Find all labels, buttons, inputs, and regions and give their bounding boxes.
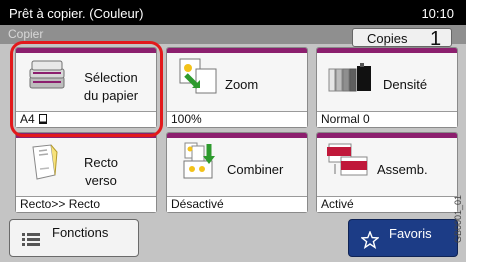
tile-label: Recto xyxy=(84,155,118,170)
status-message: Prêt à copier. (Couleur) xyxy=(9,6,144,21)
list-icon xyxy=(22,233,40,246)
highlight-ring xyxy=(10,41,163,137)
figure-code-text: GB0001_01 xyxy=(453,194,464,244)
tile-label: Densité xyxy=(383,77,428,92)
copies-field[interactable]: Copies 1 xyxy=(352,28,452,50)
tile-accent xyxy=(167,48,307,53)
tile-label: Combiner xyxy=(227,162,284,177)
zoom-button[interactable]: Zoom 100% xyxy=(166,47,308,128)
tile-label: Assemb. xyxy=(377,162,428,177)
star-icon xyxy=(361,231,379,249)
tile-value: Désactivé xyxy=(167,196,307,212)
copy-screen: Prêt à copier. (Couleur) 10:10 Copier Co… xyxy=(0,0,466,262)
tile-accent xyxy=(167,133,307,138)
tile-label: Zoom xyxy=(225,77,259,92)
functions-label: Fonctions xyxy=(52,225,109,240)
tile-value: Normal 0 xyxy=(317,111,457,127)
tile-value: Activé xyxy=(317,196,457,212)
functions-button[interactable]: Fonctions xyxy=(9,219,139,257)
duplex-icon xyxy=(32,144,58,180)
favorites-button[interactable]: Favoris xyxy=(348,219,458,257)
collate-icon xyxy=(327,143,368,176)
favorites-label: Favoris xyxy=(389,226,432,241)
zoom-icon xyxy=(179,58,217,94)
density-icon xyxy=(328,63,371,92)
figure-code: GB0001_01 xyxy=(453,176,477,262)
tile-value: Recto>> Recto xyxy=(16,196,156,212)
clock: 10:10 xyxy=(421,6,454,21)
combine-button[interactable]: Combiner Désactivé xyxy=(166,132,308,213)
tile-accent xyxy=(317,48,457,53)
screen-title: Copier xyxy=(8,27,44,41)
density-button[interactable]: Densité Normal 0 xyxy=(316,47,458,128)
collate-button[interactable]: Assemb. Activé xyxy=(316,132,458,213)
tile-value: 100% xyxy=(167,111,307,127)
tile-value-text: 100% xyxy=(171,112,202,126)
tile-value-text: Désactivé xyxy=(171,197,224,211)
tile-value-text: Activé xyxy=(321,197,354,211)
tile-accent xyxy=(317,133,457,138)
tile-value-text: Normal 0 xyxy=(321,112,370,126)
duplex-button[interactable]: Recto verso Recto>> Recto xyxy=(15,132,157,213)
tile-label: verso xyxy=(85,173,117,188)
combine-icon xyxy=(183,142,215,179)
copies-label: Copies xyxy=(367,31,408,46)
status-bar: Prêt à copier. (Couleur) 10:10 xyxy=(0,0,466,25)
tile-value-text: Recto>> Recto xyxy=(20,197,101,211)
